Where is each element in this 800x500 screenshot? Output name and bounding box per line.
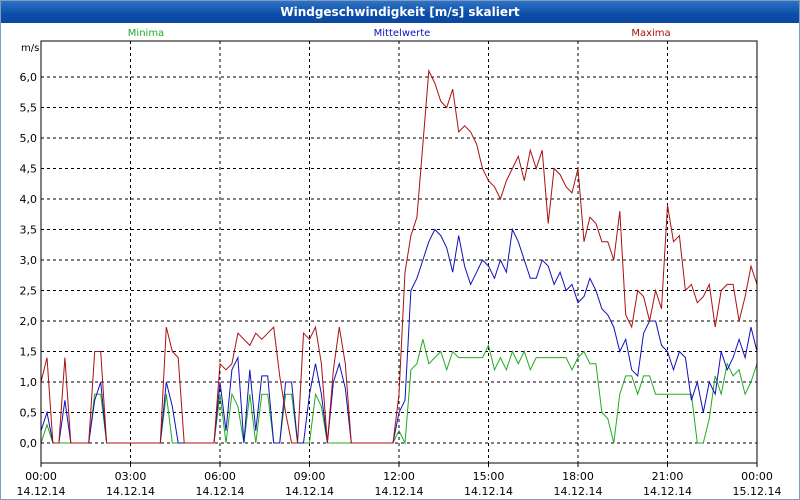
y-tick-label: 6,0 [20, 71, 38, 84]
x-tick-time: 06:00 [204, 470, 236, 483]
y-tick-label: 5,5 [20, 102, 38, 115]
x-tick-time: 03:00 [115, 470, 147, 483]
legend: Minima Mittelwerte Maxima [128, 28, 671, 39]
x-tick-date: 14.12.14 [106, 485, 155, 498]
y-tick-label: 0,5 [20, 407, 38, 420]
y-tick-label: 1,0 [20, 376, 38, 389]
x-tick-time: 12:00 [383, 470, 415, 483]
x-tick-date: 14.12.14 [554, 485, 603, 498]
wind-speed-chart: 0,00,51,01,52,02,53,03,54,04,55,05,56,0 … [17, 28, 782, 498]
x-tick-time: 00:00 [25, 470, 57, 483]
y-axis-label: m/s [21, 43, 39, 54]
y-tick-label: 4,0 [20, 193, 38, 206]
x-tick-date: 14.12.14 [375, 485, 424, 498]
legend-minima: Minima [128, 28, 164, 39]
y-tick-label: 0,0 [20, 437, 38, 450]
y-tick-label: 3,0 [20, 254, 38, 267]
legend-mittelwerte: Mittelwerte [374, 28, 431, 39]
x-tick-time: 21:00 [652, 470, 684, 483]
x-tick-date: 15.12.14 [733, 485, 782, 498]
y-tick-label: 2,0 [20, 315, 38, 328]
x-tick-date: 14.12.14 [285, 485, 334, 498]
x-tick-time: 18:00 [562, 470, 594, 483]
x-tick-time: 09:00 [294, 470, 326, 483]
x-tick-date: 14.12.14 [643, 485, 692, 498]
x-tick-date: 14.12.14 [464, 485, 513, 498]
y-tick-label: 4,5 [20, 163, 38, 176]
y-tick-label: 1,5 [20, 346, 38, 359]
y-tick-label: 2,5 [20, 285, 38, 298]
grid [41, 41, 757, 463]
x-tick-date: 14.12.14 [17, 485, 66, 498]
x-axis-ticks: 00:00 14.12.14 03:00 14.12.14 06:00 14.12.14 0… [17, 463, 782, 498]
window-title: Windgeschwindigkeit [m/s] skaliert [1, 1, 799, 23]
x-tick-time: 15:00 [473, 470, 505, 483]
y-axis-ticks: 0,0 0,5 1,0 1,5 2,0 2,5 3,0 3,5 4,0 4,5 5,0 5,5 6,0 [20, 71, 38, 450]
chart-window: Windgeschwindigkeit [m/s] skaliert 0,0 0,… [0, 0, 800, 500]
y-tick-label: 5,0 [20, 132, 38, 145]
legend-maxima: Maxima [631, 28, 670, 39]
x-tick-time: 00:00 [741, 470, 773, 483]
x-tick-date: 14.12.14 [196, 485, 245, 498]
y-tick-label: 3,5 [20, 224, 38, 237]
